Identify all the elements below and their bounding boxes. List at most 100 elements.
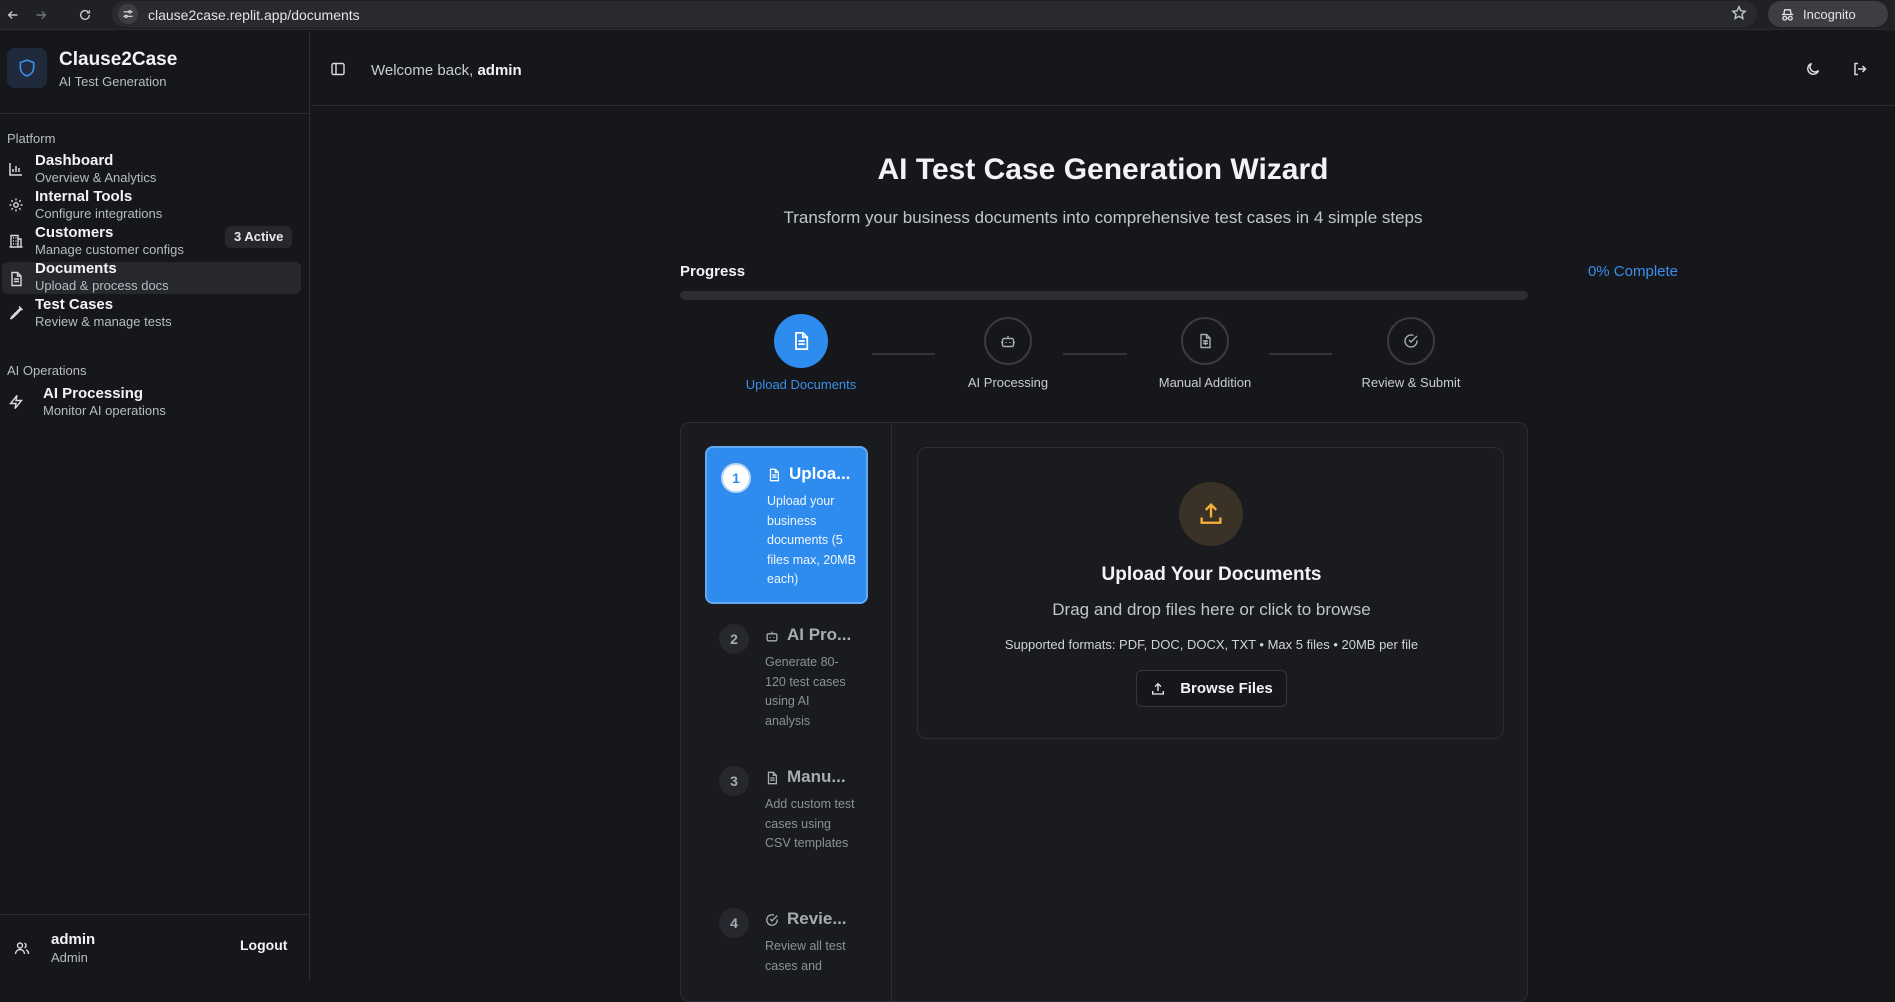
sidebar-item-documents[interactable]: Documents Upload & process docs bbox=[2, 260, 301, 294]
building-icon bbox=[8, 233, 24, 249]
step-number: 2 bbox=[719, 624, 749, 654]
upload-hint: Drag and drop files here or click to bro… bbox=[1052, 600, 1371, 619]
step-label: Manual Addition bbox=[1158, 375, 1252, 390]
sidebar-item-test-cases[interactable]: Test Cases Review & manage tests bbox=[2, 296, 301, 329]
document-icon bbox=[8, 271, 24, 287]
step-card-manual-addition[interactable]: 3 Manu... Add custom test cases using CS… bbox=[705, 751, 868, 886]
sidebar-item-internal-tools[interactable]: Internal Tools Configure integrations bbox=[2, 188, 301, 221]
stepper-step-manual-addition[interactable]: Manual Addition bbox=[1130, 314, 1280, 390]
sidebar-item-subtitle: Upload & process docs bbox=[35, 278, 169, 293]
gear-icon bbox=[8, 197, 24, 213]
upload-title: Upload Your Documents bbox=[1101, 564, 1322, 585]
welcome-prefix: Welcome back, bbox=[371, 62, 474, 79]
bot-icon bbox=[765, 629, 779, 643]
step-connector bbox=[1063, 353, 1127, 355]
step-card-review-submit[interactable]: 4 Revie... Review all test cases and bbox=[705, 893, 868, 993]
bookmark-star-icon[interactable] bbox=[1731, 5, 1747, 21]
step-card-title: AI Pro... bbox=[787, 625, 852, 644]
users-icon bbox=[10, 936, 34, 960]
sidebar-item-subtitle: Configure integrations bbox=[35, 206, 163, 221]
step-label: AI Processing bbox=[967, 375, 1049, 390]
step-card-description: Add custom test cases using CSV template… bbox=[765, 797, 855, 850]
spreadsheet-icon bbox=[765, 771, 779, 785]
url-text: clause2case.replit.app/documents bbox=[148, 7, 360, 23]
upload-icon bbox=[1179, 482, 1243, 546]
check-circle-icon bbox=[1387, 317, 1435, 365]
incognito-icon bbox=[1781, 8, 1794, 21]
step-list: 1 Uploa... Upload your business document… bbox=[681, 423, 892, 1001]
progress-label: Progress bbox=[680, 263, 746, 280]
incognito-indicator[interactable]: Incognito bbox=[1768, 1, 1888, 27]
page-subtitle: Transform your business documents into c… bbox=[783, 208, 1423, 227]
divider bbox=[0, 113, 310, 114]
step-number: 3 bbox=[719, 766, 749, 796]
shield-logo-icon bbox=[7, 48, 47, 88]
stepper-step-review-submit[interactable]: Review & Submit bbox=[1336, 314, 1486, 390]
wizard-panel: 1 Uploa... Upload your business document… bbox=[680, 422, 1528, 1002]
step-card-title: Revie... bbox=[787, 909, 847, 928]
logout-button[interactable]: Logout bbox=[228, 930, 299, 960]
check-circle-icon bbox=[765, 913, 779, 927]
sidebar-item-title: AI Processing bbox=[43, 385, 144, 402]
page-title: AI Test Case Generation Wizard bbox=[877, 153, 1329, 186]
forward-icon[interactable] bbox=[31, 5, 51, 25]
brand-tagline: AI Test Generation bbox=[59, 74, 167, 89]
stepper-step-upload[interactable]: Upload Documents bbox=[726, 314, 876, 392]
step-card-description: Review all test cases and bbox=[765, 939, 846, 973]
sidebar-toggle-icon[interactable] bbox=[330, 61, 346, 77]
progress-percentage: 0% Complete bbox=[1587, 263, 1678, 280]
top-header: Welcome back, admin bbox=[311, 31, 1895, 106]
section-label-ai-operations: AI Operations bbox=[7, 363, 87, 378]
brand[interactable]: Clause2Case AI Test Generation bbox=[7, 48, 303, 98]
incognito-label: Incognito bbox=[1803, 6, 1856, 22]
brand-name: Clause2Case bbox=[59, 49, 178, 70]
user-role: Admin bbox=[51, 950, 88, 965]
sidebar-item-title: Dashboard bbox=[35, 152, 114, 169]
step-number: 4 bbox=[719, 908, 749, 938]
upload-dropzone[interactable]: Upload Your Documents Drag and drop file… bbox=[917, 447, 1504, 739]
sidebar: Clause2Case AI Test Generation Platform … bbox=[0, 31, 310, 981]
welcome-message: Welcome back, admin bbox=[371, 62, 522, 79]
step-connector bbox=[1269, 353, 1332, 355]
browser-chrome: clause2case.replit.app/documents Incogni… bbox=[0, 0, 1895, 30]
stepper-step-ai-processing[interactable]: AI Processing bbox=[933, 314, 1083, 390]
sign-out-icon[interactable] bbox=[1852, 61, 1868, 77]
sidebar-item-title: Internal Tools bbox=[35, 188, 133, 205]
reload-icon[interactable] bbox=[75, 5, 95, 25]
site-settings-icon[interactable] bbox=[118, 4, 138, 24]
supported-formats: Supported formats: PDF, DOC, DOCX, TXT •… bbox=[1004, 637, 1419, 652]
upload-icon bbox=[1150, 681, 1166, 697]
sidebar-item-dashboard[interactable]: Dashboard Overview & Analytics bbox=[2, 152, 301, 185]
sidebar-item-title: Documents bbox=[35, 260, 117, 277]
sidebar-item-customers[interactable]: Customers Manage customer configs bbox=[2, 224, 301, 257]
address-bar[interactable]: clause2case.replit.app/documents bbox=[112, 1, 1757, 27]
step-card-title: Uploa... bbox=[789, 464, 851, 483]
back-icon[interactable] bbox=[3, 5, 23, 25]
step-label: Upload Documents bbox=[745, 377, 857, 392]
sidebar-item-title: Customers bbox=[35, 224, 114, 241]
step-number: 1 bbox=[721, 463, 751, 493]
browse-files-label: Browse Files bbox=[1180, 680, 1273, 697]
spreadsheet-icon bbox=[1181, 317, 1229, 365]
chart-icon bbox=[8, 161, 24, 177]
browse-files-button[interactable]: Browse Files bbox=[1136, 670, 1287, 707]
sidebar-item-subtitle: Review & manage tests bbox=[35, 314, 172, 329]
step-card-title: Manu... bbox=[787, 767, 846, 786]
section-label-platform: Platform bbox=[7, 131, 56, 146]
progress-bar bbox=[680, 291, 1528, 300]
step-label: Review & Submit bbox=[1361, 375, 1461, 390]
sidebar-item-subtitle: Overview & Analytics bbox=[35, 170, 157, 185]
step-card-upload[interactable]: 1 Uploa... Upload your business document… bbox=[705, 446, 868, 604]
step-card-ai-processing[interactable]: 2 AI Pro... Generate 80-120 test cases u… bbox=[705, 609, 868, 744]
sidebar-item-subtitle: Monitor AI operations bbox=[43, 403, 166, 418]
bot-icon bbox=[984, 317, 1032, 365]
zap-icon bbox=[8, 394, 24, 410]
document-icon bbox=[774, 314, 828, 368]
main-content: AI Test Case Generation Wizard Transform… bbox=[311, 107, 1895, 1002]
sidebar-item-subtitle: Manage customer configs bbox=[35, 242, 184, 257]
divider bbox=[0, 914, 310, 915]
user-name: admin bbox=[51, 931, 96, 948]
moon-icon[interactable] bbox=[1805, 61, 1821, 77]
sidebar-item-ai-processing[interactable]: AI Processing Monitor AI operations bbox=[2, 385, 301, 418]
sidebar-item-title: Test Cases bbox=[35, 296, 114, 313]
